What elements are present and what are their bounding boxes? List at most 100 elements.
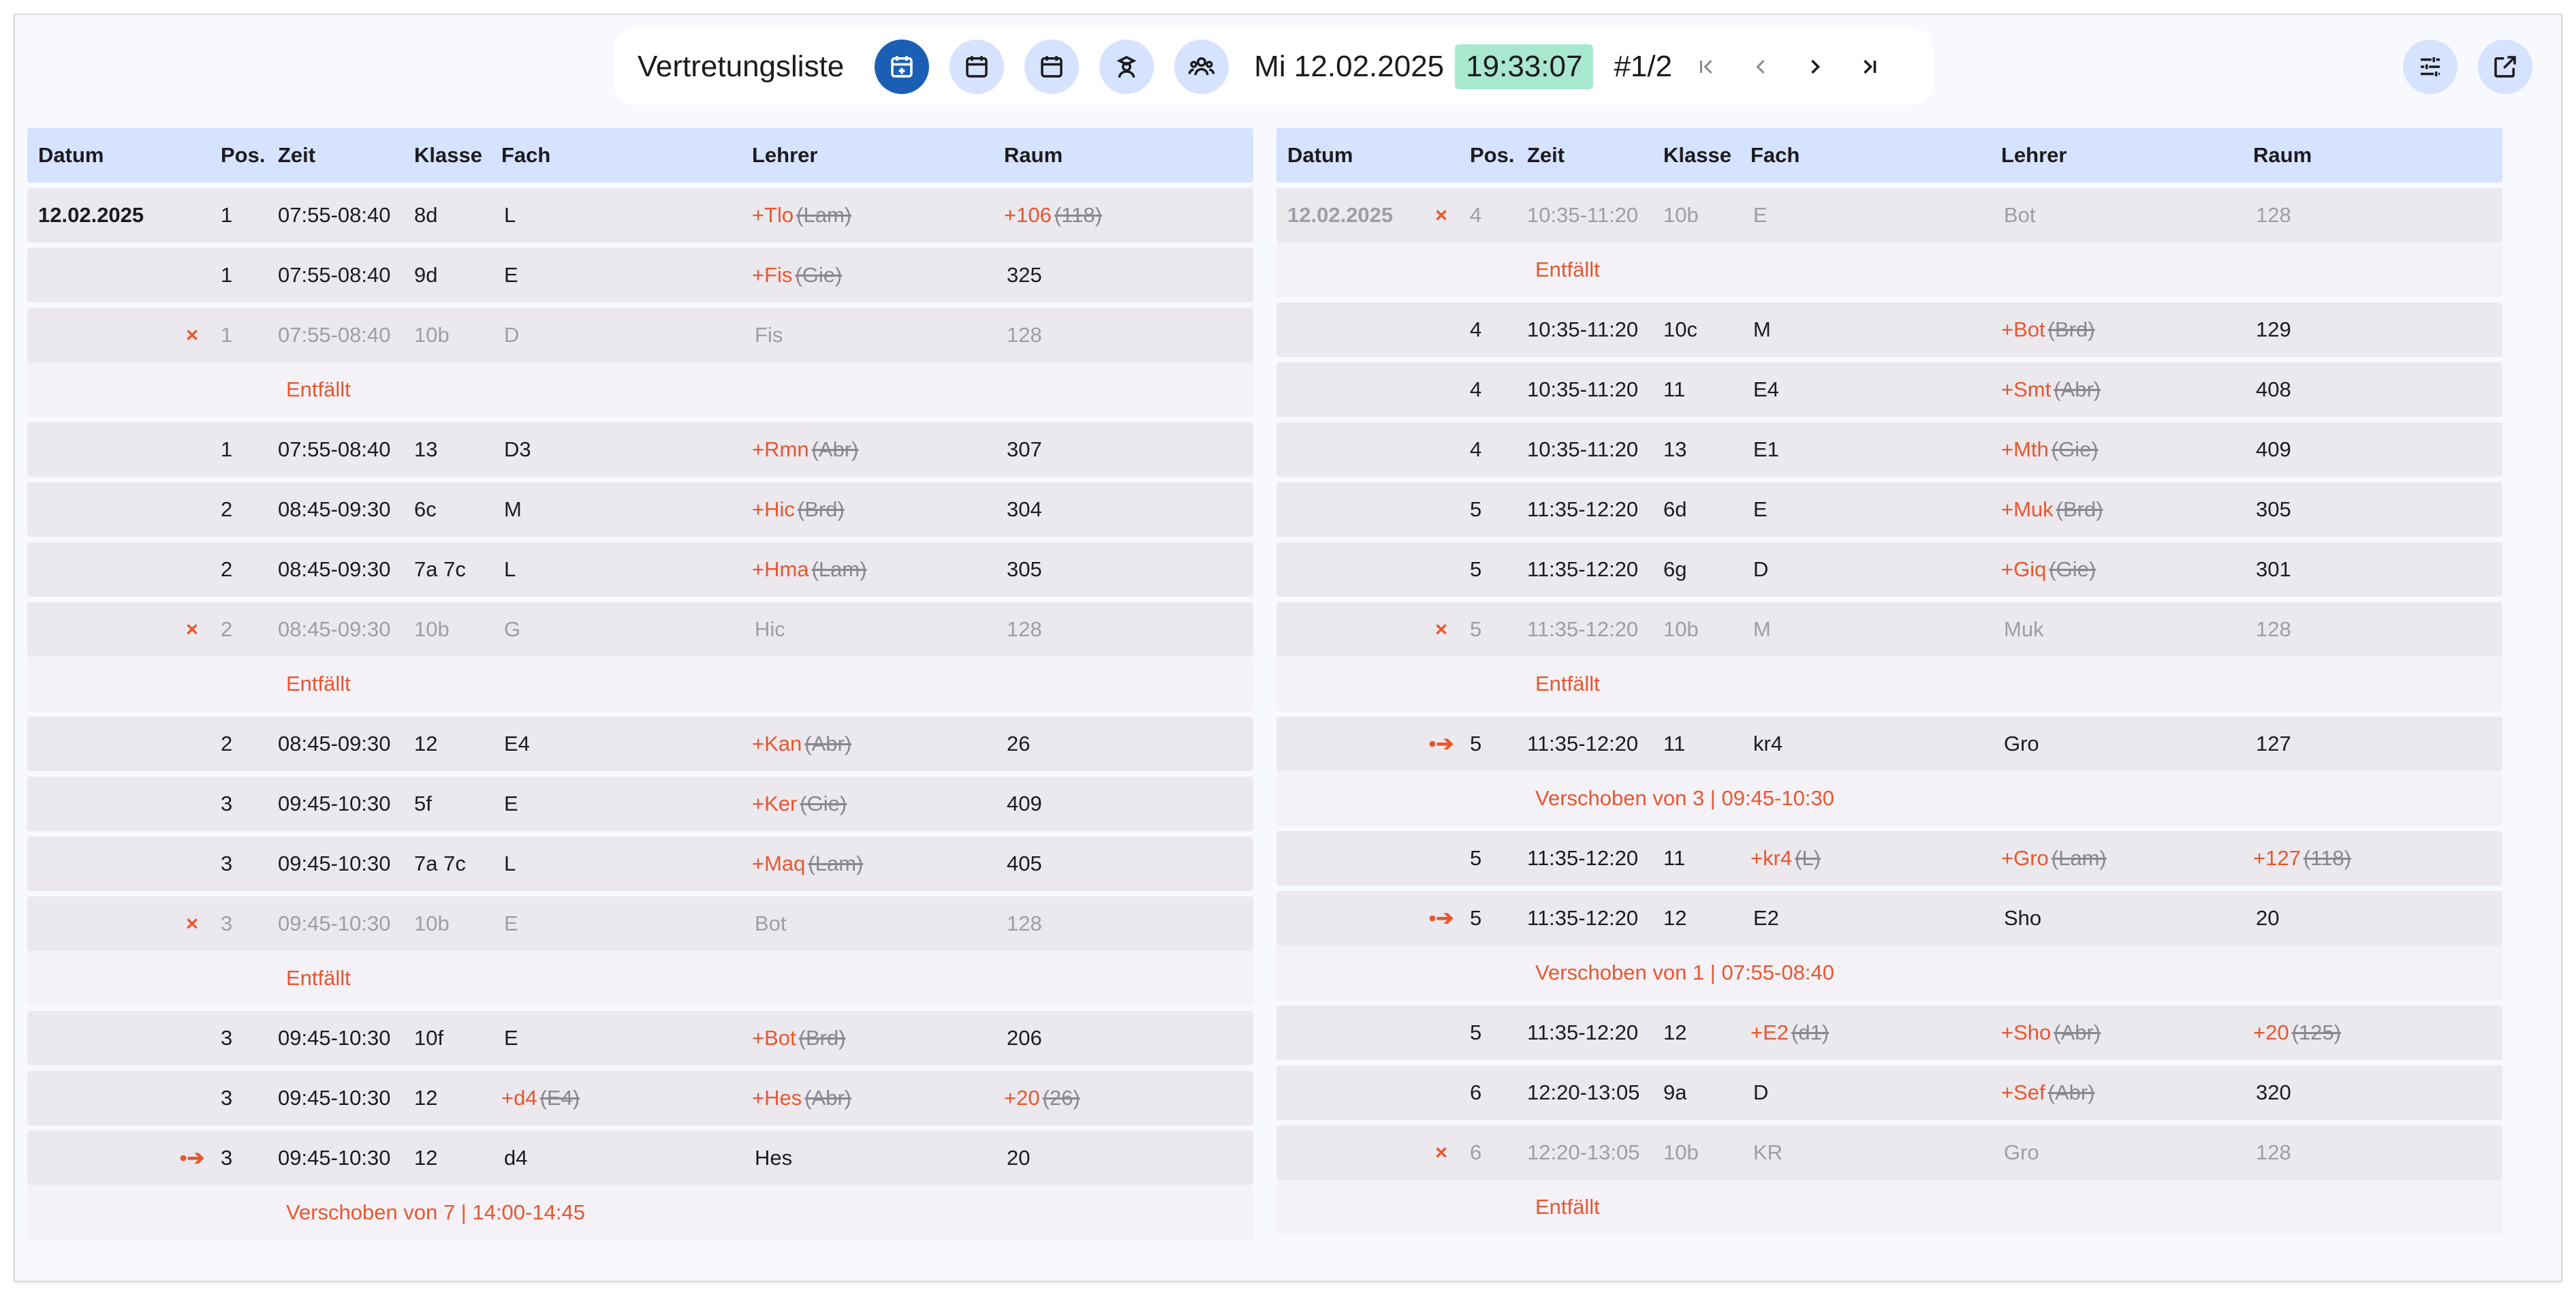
status-marker-icon: ×	[1434, 617, 1448, 641]
view-substitutions-button[interactable]	[875, 40, 930, 94]
last-page-button[interactable]	[1842, 40, 1897, 94]
page-title: Vertretungsliste	[638, 50, 845, 83]
table-row[interactable]: •➔ 3 09:45-10:30 12 d4 Hes 20	[27, 1131, 1253, 1185]
cell-pos: 4	[1470, 203, 1482, 227]
table-row-note: Entfällt	[1276, 1180, 2502, 1234]
cell-fach: L	[501, 203, 752, 228]
view-week-button[interactable]	[1024, 40, 1080, 94]
cell-lehrer-new: +Bot	[2001, 317, 2045, 341]
cell-raum-old: (118)	[2303, 846, 2351, 870]
view-day-button[interactable]	[949, 40, 1005, 94]
table-row-note: Entfällt	[1276, 243, 2502, 297]
table-row[interactable]: 3 09:45-10:30 5f E +Ker (Gie) 409	[27, 777, 1253, 831]
table-row[interactable]: 5 11:35-12:20 6d E +Muk (Brd) 305	[1276, 482, 2502, 537]
cell-pos: 5	[1470, 732, 1482, 755]
header-fach: Fach	[501, 143, 551, 167]
table-row[interactable]: 6 12:20-13:05 9a D +Sef (Abr) 320	[1276, 1065, 2502, 1120]
cell-zeit: 08:45-09:30	[278, 732, 391, 755]
table-row[interactable]: × 1 07:55-08:40 10b D Fis 128	[27, 308, 1253, 362]
cell-lehrer: +Bot (Brd)	[752, 1026, 1004, 1050]
cell-zeit: 10:35-11:20	[1527, 377, 1639, 401]
cell-lehrer-value: Bot	[2004, 203, 2036, 227]
table-row[interactable]: × 6 12:20-13:05 10b KR Gro 128	[1276, 1125, 2502, 1180]
view-teachers-button[interactable]	[1099, 40, 1155, 94]
table-row[interactable]: × 2 08:45-09:30 10b G Hic 128	[27, 602, 1253, 657]
cell-fach: G	[501, 617, 752, 642]
table-row[interactable]: 4 10:35-11:20 10c M +Bot (Brd) 129	[1276, 302, 2502, 357]
table-body: 12.02.2025 1 07:55-08:40 8d L +Tlo (Lam) +106 (1…	[27, 188, 1253, 1240]
table-row[interactable]: 3 09:45-10:30 12 +d4 (E4) +Hes (Abr) +20 (26)	[27, 1071, 1253, 1125]
cell-fach: +d4 (E4)	[501, 1086, 752, 1110]
cell-raum: 128	[2253, 1140, 2502, 1165]
cell-klasse: 10b	[414, 911, 450, 935]
table-row[interactable]: 12.02.2025 1 07:55-08:40 8d L +Tlo (Lam) +106 (1…	[27, 188, 1253, 243]
open-external-button[interactable]	[2478, 40, 2532, 94]
cell-lehrer-new: +Tlo	[752, 203, 794, 227]
cell-fach-value: D	[1753, 1080, 1769, 1104]
cell-lehrer: +Kan (Abr)	[752, 732, 1004, 756]
cell-fach-value: E1	[1753, 437, 1779, 461]
cell-zeit: 08:45-09:30	[278, 497, 391, 521]
cell-raum-value: 128	[2256, 203, 2291, 227]
cell-lehrer: +Ker (Gie)	[752, 792, 1004, 816]
cell-fach: E2	[1750, 906, 2001, 931]
calendar-icon	[966, 56, 988, 78]
row-note-text: Verschoben von 3 | 09:45-10:30	[1535, 786, 1834, 810]
cell-fach-value: G	[504, 617, 521, 641]
cell-klasse: 10b	[414, 323, 450, 347]
table-row[interactable]: •➔ 5 11:35-12:20 12 E2 Sho 20	[1276, 891, 2502, 946]
cell-lehrer-new: +Hes	[752, 1086, 802, 1110]
table-row[interactable]: 1 07:55-08:40 13 D3 +Rmn (Abr) 307	[27, 422, 1253, 477]
status-marker-icon: •➔	[179, 1146, 205, 1170]
table-row[interactable]: × 5 11:35-12:20 10b M Muk 128	[1276, 602, 2502, 657]
cell-lehrer: +Smt (Abr)	[2001, 377, 2253, 402]
current-date: Mi 12.02.2025	[1254, 50, 1445, 83]
cell-zeit: 12:20-13:05	[1527, 1140, 1640, 1164]
header-datum: Datum	[38, 143, 104, 167]
cell-klasse: 10b	[1663, 1140, 1699, 1164]
table-row[interactable]: 5 11:35-12:20 6g D +Giq (Gie) 301	[1276, 542, 2502, 597]
table-row[interactable]: •➔ 5 11:35-12:20 11 kr4 Gro 127	[1276, 717, 2502, 771]
cell-lehrer-old: (Lam)	[808, 852, 864, 875]
first-page-icon	[1700, 59, 1712, 74]
table-row[interactable]: × 3 09:45-10:30 10b E Bot 128	[27, 896, 1253, 951]
row-note-text: Entfällt	[1535, 1195, 1600, 1219]
cell-lehrer: Gro	[2001, 732, 2253, 756]
cell-raum-value: 128	[2256, 1140, 2291, 1164]
cell-raum: 20	[2253, 906, 2502, 931]
cell-fach-value: E4	[1753, 377, 1779, 401]
cell-lehrer-old: (Abr)	[2054, 1020, 2101, 1044]
cell-raum-old: (26)	[1042, 1086, 1080, 1110]
cell-pos: 2	[221, 617, 233, 641]
previous-page-button[interactable]	[1733, 40, 1788, 94]
first-page-button[interactable]	[1679, 40, 1733, 94]
cell-fach-value: E2	[1753, 906, 1779, 930]
table-row-note: Verschoben von 1 | 07:55-08:40	[1276, 946, 2502, 1000]
table-row[interactable]: 5 11:35-12:20 11 +kr4 (L) +Gro (Lam) +127 (118)	[1276, 831, 2502, 886]
cell-raum-value: 129	[2256, 317, 2291, 341]
cell-klasse: 12	[414, 1146, 438, 1170]
table-body: 12.02.2025 × 4 10:35-11:20 10b E Bot 128 Entfäll…	[1276, 188, 2502, 1234]
table-row[interactable]: 3 09:45-10:30 10f E +Bot (Brd) 206	[27, 1011, 1253, 1065]
cell-fach: E4	[1750, 377, 2001, 402]
next-page-button[interactable]	[1788, 40, 1842, 94]
cell-zeit: 10:35-11:20	[1527, 317, 1639, 341]
cell-fach-value: M	[1753, 317, 1771, 341]
table-row[interactable]: 4 10:35-11:20 13 E1 +Mth (Gie) 409	[1276, 422, 2502, 477]
cell-raum: 409	[1004, 792, 1253, 816]
table-row[interactable]: 12.02.2025 × 4 10:35-11:20 10b E Bot 128	[1276, 188, 2502, 243]
settings-button[interactable]	[2403, 40, 2457, 94]
table-row[interactable]: 3 09:45-10:30 7a 7c L +Maq (Lam) 405	[27, 837, 1253, 891]
cell-fach-value: d4	[504, 1146, 528, 1170]
table-row[interactable]: 5 11:35-12:20 12 +E2 (d1) +Sho (Abr) +20 (125)	[1276, 1005, 2502, 1060]
table-row[interactable]: 4 10:35-11:20 11 E4 +Smt (Abr) 408	[1276, 362, 2502, 417]
table-row[interactable]: 2 08:45-09:30 6c M +Hic (Brd) 304	[27, 482, 1253, 537]
view-classes-button[interactable]	[1174, 40, 1229, 94]
table-row[interactable]: 1 07:55-08:40 9d E +Fis (Gie) 325	[27, 248, 1253, 302]
cell-lehrer: +Hma (Lam)	[752, 557, 1004, 582]
table-row[interactable]: 2 08:45-09:30 7a 7c L +Hma (Lam) 305	[27, 542, 1253, 597]
table-row[interactable]: 2 08:45-09:30 12 E4 +Kan (Abr) 26	[27, 717, 1253, 771]
cell-lehrer-old: (Abr)	[2047, 1080, 2095, 1104]
cell-fach: D3	[501, 437, 752, 462]
header-raum: Raum	[1004, 143, 1063, 167]
